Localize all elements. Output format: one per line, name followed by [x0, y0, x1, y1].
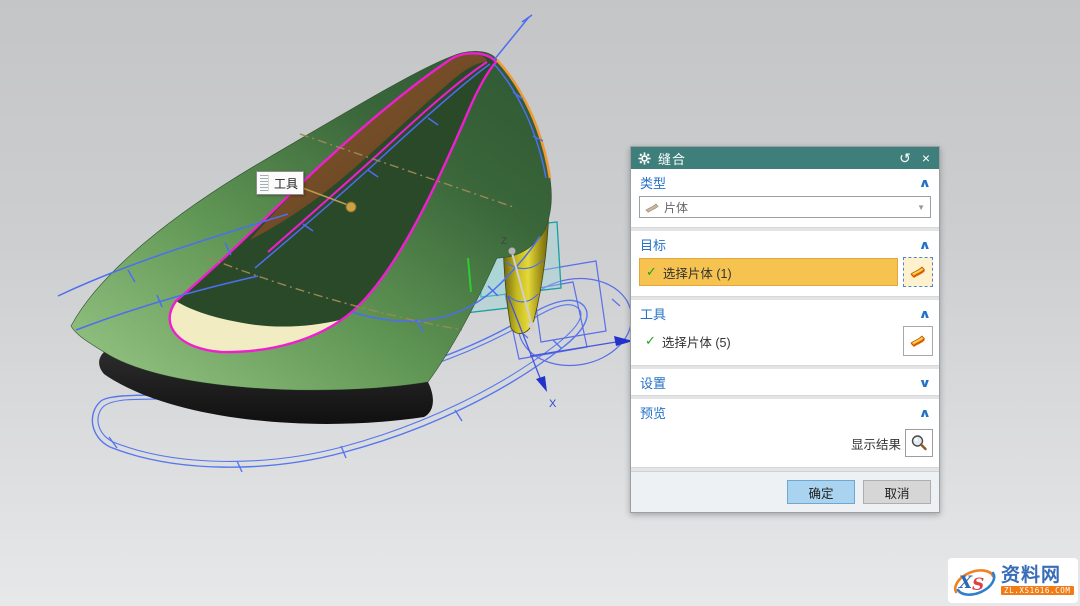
- group-settings-header[interactable]: 设置 ∨: [631, 369, 939, 395]
- type-dropdown-value: 片体: [664, 199, 688, 216]
- check-icon: ✓: [646, 264, 657, 280]
- tool-select-label: 选择片体 (5): [662, 332, 731, 351]
- show-result-button[interactable]: [905, 429, 933, 457]
- show-result-label: 显示结果: [851, 434, 901, 453]
- tool-sheet-body-button[interactable]: [903, 326, 933, 356]
- sew-dialog[interactable]: 缝合 ↺ × 类型 ∧ 片体 ▼ 目标 ∧ ✓ 选择片体 (1): [630, 146, 940, 513]
- x-axis-arrow: [536, 376, 547, 392]
- group-target-label: 目标: [640, 235, 666, 254]
- cancel-button[interactable]: 取消: [863, 480, 931, 504]
- group-type: 类型 ∧ 片体 ▼: [631, 169, 939, 228]
- group-preview-header[interactable]: 预览 ∧: [631, 399, 939, 425]
- watermark-site-url: ZL.XS1616.COM: [1001, 586, 1074, 596]
- reset-button[interactable]: ↺: [897, 151, 913, 165]
- target-sheet-body-button[interactable]: [903, 257, 933, 287]
- watermark-site-name: 资料网: [1001, 566, 1074, 585]
- target-select-row[interactable]: ✓ 选择片体 (1): [639, 258, 898, 286]
- chevron-down-icon[interactable]: ▼: [917, 203, 925, 212]
- group-target-header[interactable]: 目标 ∧: [631, 231, 939, 257]
- shoe-body[interactable]: [71, 51, 551, 424]
- group-tool-label: 工具: [640, 304, 666, 323]
- group-settings: 设置 ∨: [631, 369, 939, 396]
- svg-text:S: S: [972, 575, 984, 595]
- watermark-logo: X S 资料网 ZL.XS1616.COM: [948, 558, 1078, 603]
- tool-select-row[interactable]: ✓ 选择片体 (5): [639, 328, 898, 354]
- sheet-body-icon: [909, 333, 927, 349]
- drag-grip-icon[interactable]: [260, 175, 269, 191]
- dialog-title: 缝合: [658, 149, 890, 168]
- collapse-caret-icon[interactable]: ∧: [919, 176, 932, 190]
- sheet-body-icon: [909, 264, 927, 280]
- expand-caret-icon[interactable]: ∨: [919, 376, 932, 390]
- target-select-label: 选择片体 (1): [663, 263, 732, 282]
- collapse-caret-icon[interactable]: ∧: [919, 307, 932, 321]
- group-settings-label: 设置: [640, 373, 666, 392]
- group-type-header[interactable]: 类型 ∧: [631, 169, 939, 195]
- tool-annotation-label: 工具: [271, 175, 303, 192]
- group-preview: 预览 ∧ 显示结果: [631, 399, 939, 468]
- xs-emblem-icon: X S: [950, 561, 998, 601]
- group-type-label: 类型: [640, 173, 666, 192]
- dialog-footer: 确定 取消: [631, 471, 939, 512]
- ok-button[interactable]: 确定: [787, 480, 855, 504]
- group-preview-label: 预览: [640, 403, 666, 422]
- sheet-body-icon: [645, 201, 659, 214]
- x-axis-label: X: [549, 398, 557, 410]
- check-icon: ✓: [645, 333, 656, 349]
- group-target: 目标 ∧ ✓ 选择片体 (1): [631, 231, 939, 297]
- type-dropdown[interactable]: 片体 ▼: [639, 196, 931, 218]
- group-tool: 工具 ∧ ✓ 选择片体 (5): [631, 300, 939, 366]
- gear-icon: [638, 152, 651, 165]
- svg-text:X: X: [958, 573, 973, 593]
- collapse-caret-icon[interactable]: ∧: [919, 406, 932, 420]
- group-tool-header[interactable]: 工具 ∧: [631, 300, 939, 326]
- tool-annotation-balloon[interactable]: 工具: [256, 171, 304, 195]
- magnifier-icon: [910, 434, 928, 452]
- dialog-titlebar[interactable]: 缝合 ↺ ×: [631, 147, 939, 169]
- collapse-caret-icon[interactable]: ∧: [919, 238, 932, 252]
- leader-anchor-ball: [346, 202, 356, 212]
- z-axis-label: Z: [501, 236, 507, 247]
- close-button[interactable]: ×: [920, 151, 932, 165]
